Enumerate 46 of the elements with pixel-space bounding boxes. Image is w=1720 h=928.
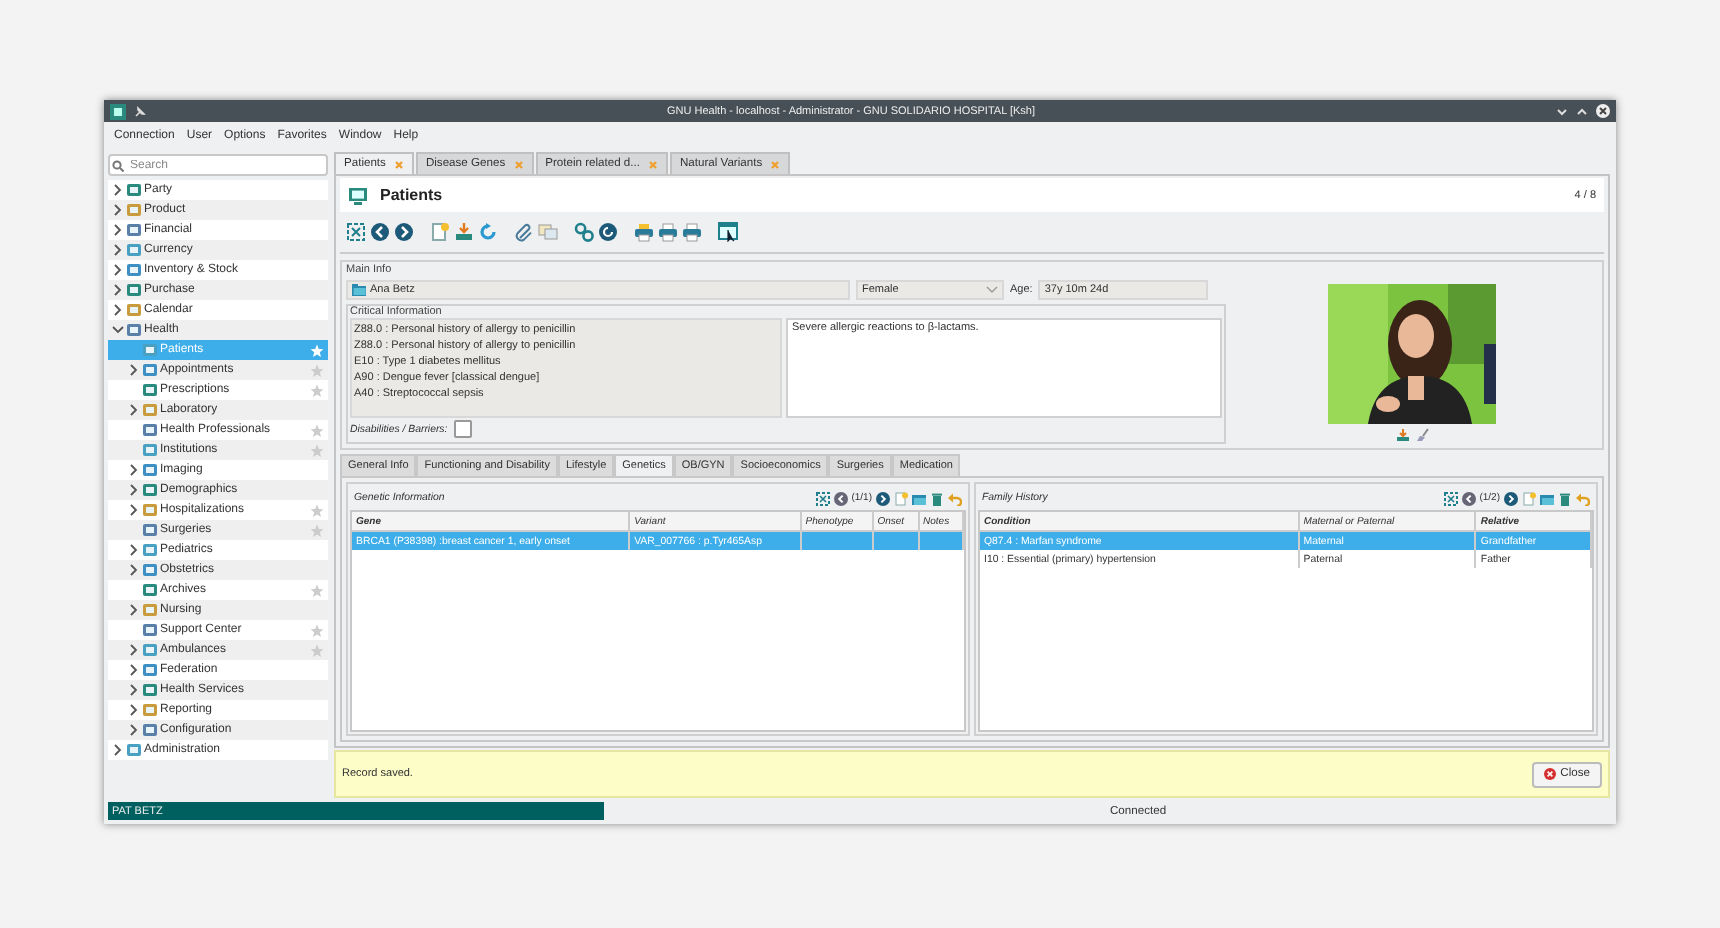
reload-icon[interactable]	[478, 222, 498, 242]
gears-icon[interactable]	[574, 222, 594, 242]
window-pointer-icon[interactable]	[718, 222, 738, 242]
expand-icon[interactable]	[815, 491, 830, 505]
minimize-icon[interactable]	[1556, 105, 1568, 117]
form-title: Patients	[380, 186, 445, 204]
star-icon[interactable]	[310, 443, 324, 457]
previous-icon[interactable]	[370, 222, 390, 242]
previous-icon[interactable]	[1461, 491, 1476, 505]
previous-icon[interactable]	[833, 491, 848, 505]
star-icon[interactable]	[310, 363, 324, 377]
star-icon[interactable]	[310, 623, 324, 637]
expand-icon[interactable]	[346, 222, 366, 242]
patients-form-icon	[348, 185, 368, 205]
next-icon[interactable]	[394, 222, 414, 242]
close-icon[interactable]	[1596, 104, 1610, 118]
save-icon[interactable]	[1395, 428, 1409, 442]
close-icon	[1544, 768, 1557, 780]
next-icon[interactable]	[876, 491, 890, 505]
app-icon	[110, 103, 126, 119]
checkbox[interactable]	[453, 420, 472, 438]
star-icon[interactable]	[310, 503, 324, 517]
star-icon[interactable]	[310, 383, 324, 397]
expand-icon[interactable]	[1443, 491, 1458, 505]
printer-icon[interactable]	[634, 222, 654, 242]
next-icon[interactable]	[1504, 491, 1518, 505]
brush-icon[interactable]	[1415, 428, 1429, 442]
folder-icon[interactable]	[1540, 491, 1554, 505]
star-icon[interactable]	[310, 583, 324, 597]
star-icon[interactable]	[310, 343, 324, 357]
star-icon[interactable]	[310, 523, 324, 537]
save-icon[interactable]	[454, 222, 474, 242]
pin-icon[interactable]	[134, 105, 146, 117]
paperclip-icon[interactable]	[514, 222, 534, 242]
new-document-icon[interactable]	[430, 222, 450, 242]
maximize-icon[interactable]	[1576, 105, 1588, 117]
folder-icon	[352, 284, 366, 296]
printer-icon[interactable]	[658, 222, 678, 242]
trash-icon[interactable]	[930, 491, 944, 505]
search-icon	[112, 159, 124, 171]
printer-icon[interactable]	[682, 222, 702, 242]
star-icon[interactable]	[310, 423, 324, 437]
trash-icon[interactable]	[1558, 491, 1572, 505]
star-icon[interactable]	[310, 643, 324, 657]
folder-icon[interactable]	[912, 491, 926, 505]
circular-arrow-icon[interactable]	[598, 222, 618, 242]
